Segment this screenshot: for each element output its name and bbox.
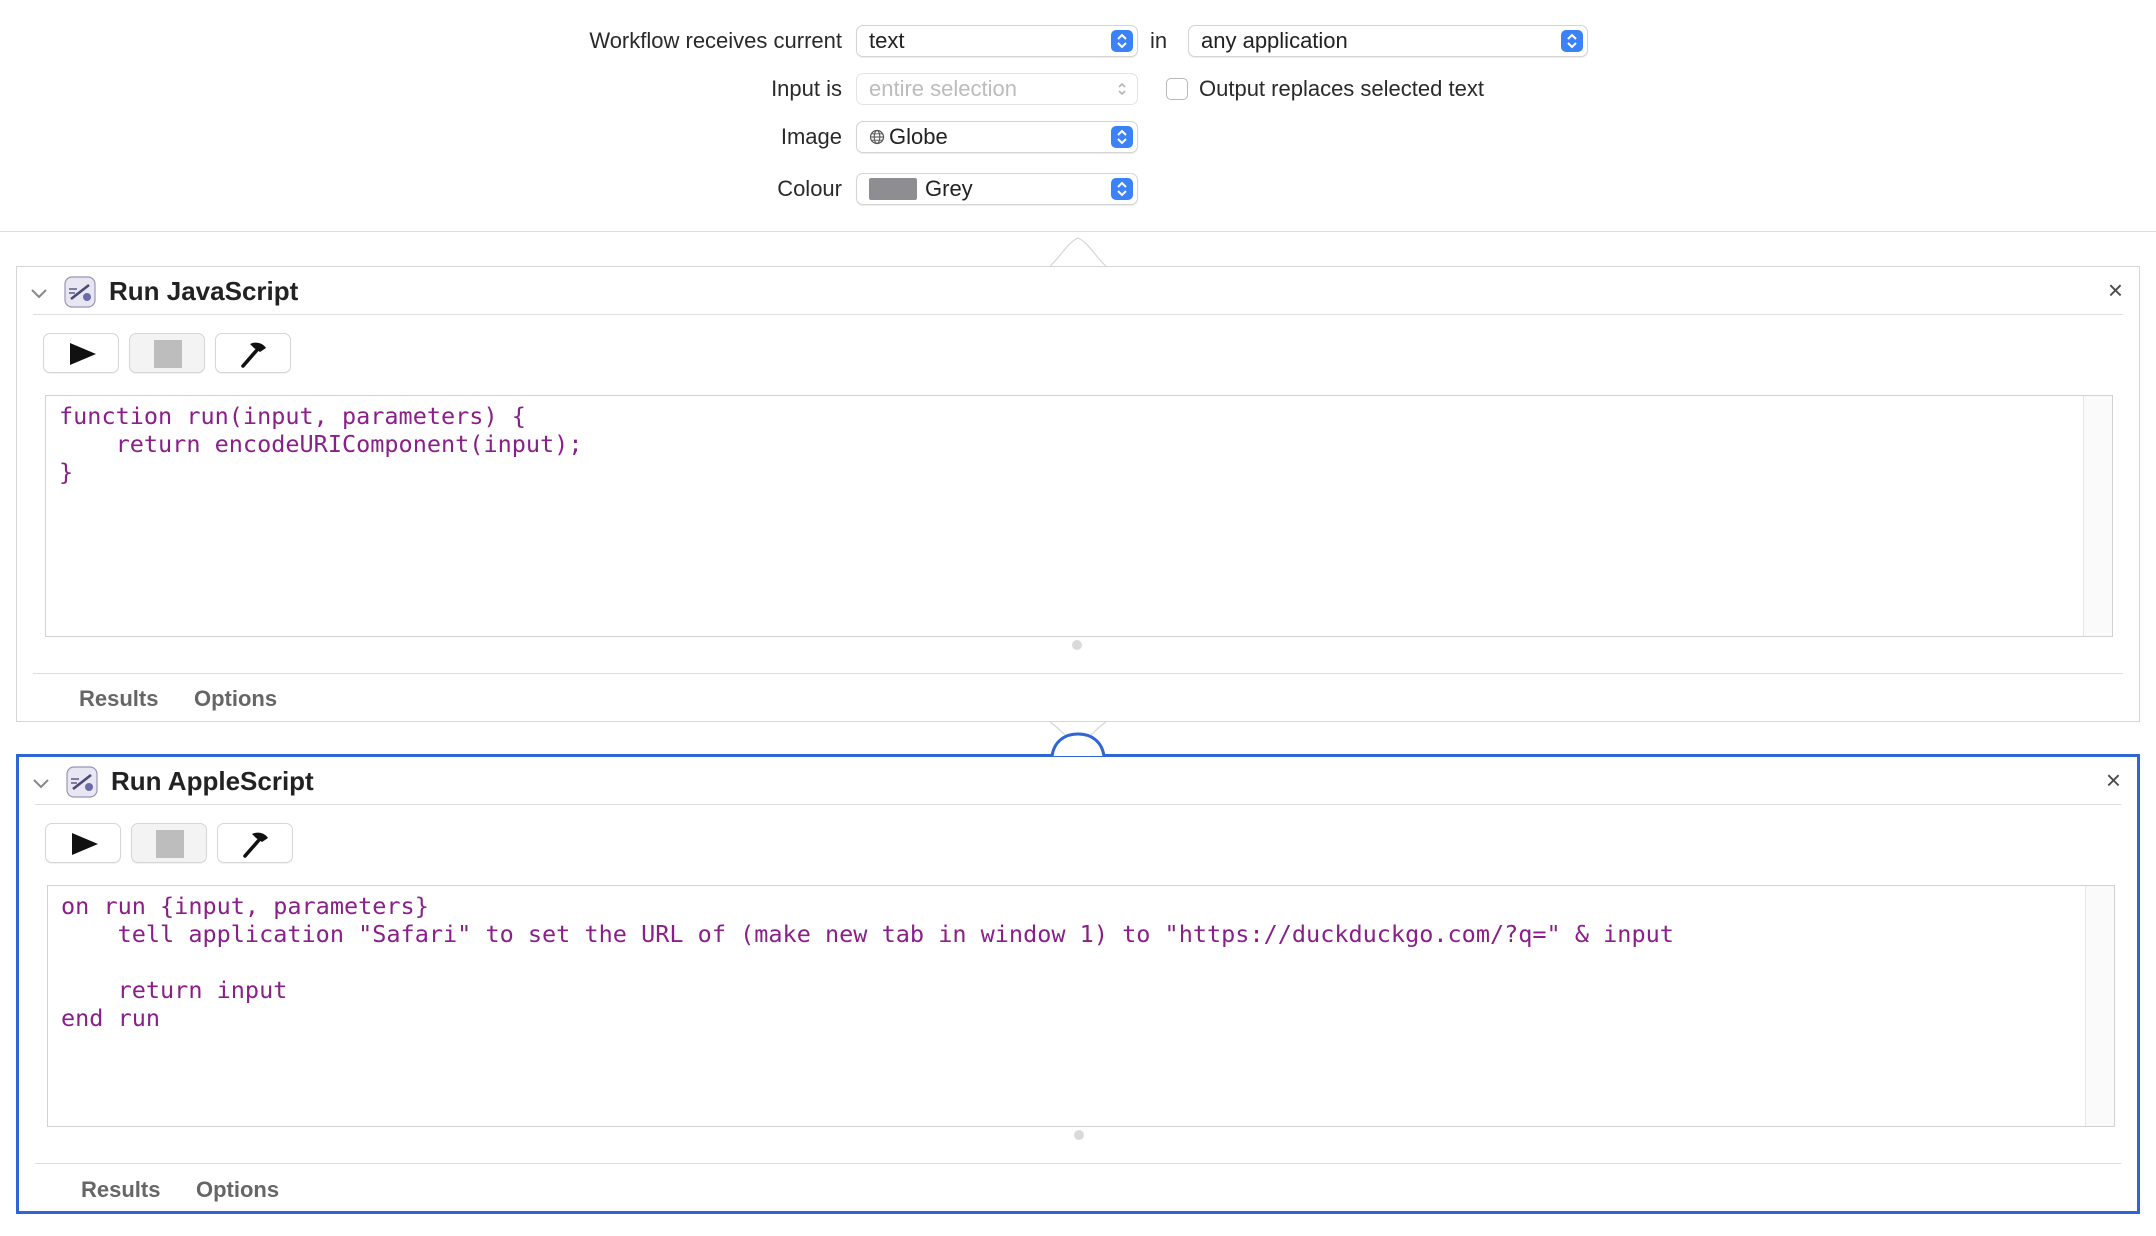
input-is-value: entire selection	[869, 76, 1017, 101]
image-popup[interactable]: Globe	[856, 121, 1138, 153]
close-icon[interactable]: ×	[2108, 275, 2123, 306]
title-divider	[33, 314, 2123, 315]
chevron-down-icon[interactable]	[29, 283, 49, 303]
popup-stepper-icon	[1111, 178, 1133, 200]
in-label: in	[1150, 28, 1168, 53]
script-action-icon	[66, 766, 98, 798]
action-panel-javascript[interactable]: Run JavaScript × function run(input, par…	[16, 266, 2140, 722]
output-replaces-checkbox[interactable]	[1166, 78, 1188, 100]
compile-button[interactable]	[217, 823, 293, 863]
stop-button	[129, 333, 205, 373]
compile-button[interactable]	[215, 333, 291, 373]
code-editor[interactable]: function run(input, parameters) { return…	[45, 395, 2113, 637]
editor-scrollbar[interactable]	[2083, 396, 2112, 636]
stop-icon	[156, 830, 184, 858]
popup-stepper-icon	[1111, 126, 1133, 148]
tab-results[interactable]: Results	[79, 686, 158, 712]
receives-type-value: text	[869, 28, 905, 53]
run-button[interactable]	[43, 333, 119, 373]
connector-notch-icon	[1050, 237, 1106, 267]
stop-icon	[154, 340, 182, 368]
popup-stepper-icon	[1111, 78, 1133, 100]
code-editor[interactable]: on run {input, parameters} tell applicat…	[47, 885, 2115, 1127]
script-action-icon	[64, 276, 96, 308]
hammer-icon	[241, 342, 266, 368]
input-is-label: Input is	[771, 76, 842, 101]
popup-stepper-icon	[1561, 30, 1583, 52]
colour-label: Colour	[777, 176, 842, 201]
title-divider	[35, 804, 2121, 805]
script-code[interactable]: on run {input, parameters} tell applicat…	[61, 892, 1674, 1032]
hammer-icon	[243, 832, 268, 858]
tab-results[interactable]: Results	[81, 1177, 160, 1203]
tab-options[interactable]: Options	[196, 1177, 279, 1203]
play-icon	[72, 833, 98, 855]
close-icon[interactable]: ×	[2106, 765, 2121, 796]
footer-divider	[33, 673, 2123, 674]
colour-value: Grey	[925, 176, 973, 201]
tab-options[interactable]: Options	[194, 686, 277, 712]
connector-notch-icon	[1050, 732, 1106, 757]
script-code[interactable]: function run(input, parameters) { return…	[59, 402, 582, 486]
colour-popup[interactable]: Grey	[856, 173, 1138, 205]
play-icon	[70, 343, 96, 365]
action-title: Run AppleScript	[111, 766, 314, 796]
run-button[interactable]	[45, 823, 121, 863]
output-replaces-label[interactable]: Output replaces selected text	[1199, 76, 1559, 102]
colour-swatch	[869, 178, 917, 200]
image-label: Image	[780, 124, 842, 149]
input-is-popup: entire selection	[856, 73, 1138, 105]
stop-button	[131, 823, 207, 863]
chevron-down-icon[interactable]	[31, 773, 51, 793]
editor-scrollbar[interactable]	[2085, 886, 2114, 1126]
footer-divider	[35, 1163, 2121, 1164]
receives-type-popup[interactable]: text	[856, 25, 1138, 57]
resize-handle[interactable]	[1072, 640, 1082, 650]
action-panel-applescript[interactable]: Run AppleScript × on run {input, paramet…	[16, 754, 2140, 1214]
image-value: Globe	[889, 124, 948, 149]
application-popup[interactable]: any application	[1188, 25, 1588, 57]
globe-icon	[869, 123, 885, 145]
popup-stepper-icon	[1111, 30, 1133, 52]
action-title: Run JavaScript	[109, 276, 299, 306]
workflow-receives-label: Workflow receives current	[589, 28, 842, 53]
application-value: any application	[1201, 28, 1348, 53]
resize-handle[interactable]	[1074, 1130, 1084, 1140]
